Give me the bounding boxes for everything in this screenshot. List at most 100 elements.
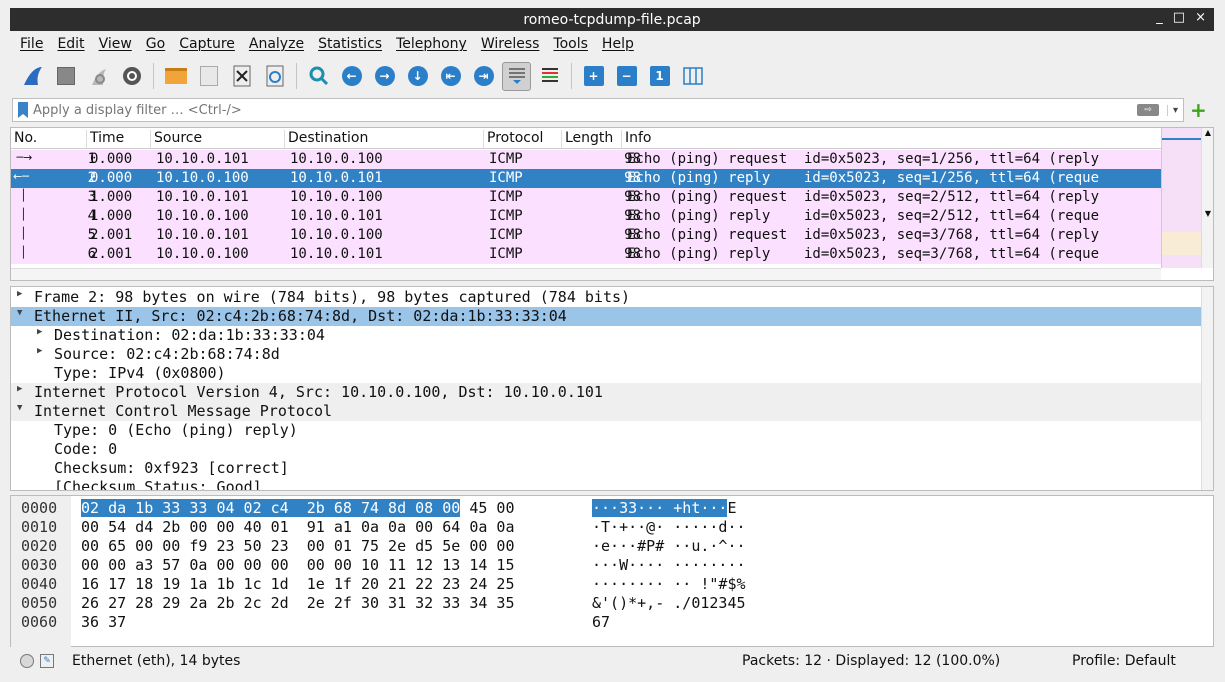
save-icon[interactable] [194, 62, 223, 91]
column-no[interactable]: No. [11, 130, 37, 148]
autoscroll-icon[interactable] [502, 61, 531, 91]
window-title: romeo-tcpdump-file.pcap [523, 11, 701, 28]
options-gear-icon[interactable] [117, 62, 146, 91]
packet-cell-info: Echo (ping) reply id=0x5023, seq=3/768, … [627, 246, 1100, 262]
related-packet-icon: │ [13, 227, 27, 240]
chevron-down-icon[interactable]: ▾ [1167, 104, 1183, 116]
packet-list-scrollbar[interactable]: ▲ ▼ [1201, 128, 1213, 268]
detail-row[interactable]: ▶ Source: 02:c4:2b:68:74:8d [11, 345, 1201, 364]
packet-row[interactable]: │ 4 1.000 10.10.0.100 10.10.0.101 ICMP 98 Echo … [11, 207, 1161, 226]
menu-wireless[interactable]: Wireless [481, 36, 540, 52]
byte-hex[interactable]: 00 65 00 00 f9 23 50 23 00 01 75 2e d5 5… [81, 537, 514, 555]
restart-icon[interactable] [84, 62, 113, 91]
byte-ascii[interactable]: &'()*+,- ./012345 [592, 594, 746, 612]
detail-row[interactable]: ▶ Frame 2: 98 bytes on wire (784 bits), 9… [11, 288, 1201, 307]
byte-hex[interactable]: 00 00 a3 57 0a 00 00 00 00 00 10 11 12 1… [81, 556, 514, 574]
bookmark-icon[interactable] [18, 102, 28, 118]
packet-row[interactable]: ←─ 2 0.000 10.10.0.100 10.10.0.101 ICMP 98 Echo… [11, 169, 1161, 188]
byte-ascii[interactable]: ···W···· ········ [592, 556, 746, 574]
detail-row[interactable]: Checksum: 0xf923 [correct] [11, 459, 1201, 478]
plus-icon[interactable]: + [1190, 100, 1207, 120]
related-packet-icon: │ [13, 246, 27, 259]
byte-ascii[interactable]: 67 [592, 613, 610, 631]
packet-list-hscrollbar[interactable] [11, 268, 1161, 280]
byte-ascii[interactable]: ···33··· +ht···E [592, 499, 737, 517]
go-forward-icon[interactable]: → [370, 62, 399, 91]
detail-row[interactable]: Type: 0 (Echo (ping) reply) [11, 421, 1201, 440]
menu-help[interactable]: Help [602, 36, 634, 52]
first-packet-icon[interactable]: ⇤ [436, 62, 465, 91]
column-destination[interactable]: Destination [284, 130, 368, 148]
detail-row[interactable]: ▼ Internet Control Message Protocol [11, 402, 1201, 421]
colorize-icon[interactable] [535, 62, 564, 91]
byte-ascii[interactable]: ·e···#P# ··u.·^·· [592, 537, 746, 555]
go-back-icon[interactable]: ← [337, 62, 366, 91]
main-toolbar: ← → ↓ ⇤ ⇥ + − 1 [10, 58, 1214, 94]
menu-tools[interactable]: Tools [553, 36, 588, 52]
detail-text: Frame 2: 98 bytes on wire (784 bits), 98… [34, 288, 631, 306]
stop-icon[interactable] [51, 62, 80, 91]
packet-row[interactable]: │ 3 1.000 10.10.0.101 10.10.0.100 ICMP 98 Echo … [11, 188, 1161, 207]
expand-arrow-icon[interactable]: ▶ [37, 346, 42, 356]
menu-statistics[interactable]: Statistics [318, 36, 382, 52]
detail-text: Checksum: 0xf923 [correct] [54, 459, 289, 477]
column-length[interactable]: Length [561, 130, 613, 148]
byte-hex[interactable]: 36 37 [81, 613, 126, 631]
zoom-out-icon[interactable]: − [612, 62, 641, 91]
expand-arrow-icon[interactable]: ▶ [37, 327, 42, 337]
shark-fin-icon[interactable] [18, 62, 47, 91]
byte-ascii[interactable]: ········ ·· !"#$% [592, 575, 746, 593]
packet-cell-time: 1.000 [90, 189, 133, 205]
find-icon[interactable] [304, 62, 333, 91]
collapse-arrow-icon[interactable]: ▼ [17, 308, 22, 318]
packet-minimap[interactable] [1161, 128, 1202, 268]
resize-columns-icon[interactable] [678, 62, 707, 91]
menu-go[interactable]: Go [146, 36, 165, 52]
expand-arrow-icon[interactable]: ▶ [17, 384, 22, 394]
minimize-icon[interactable]: _ [1156, 10, 1163, 25]
byte-hex[interactable]: 02 da 1b 33 33 04 02 c4 2b 68 74 8d 08 0… [81, 499, 514, 517]
column-source[interactable]: Source [150, 130, 202, 148]
column-info[interactable]: Info [621, 130, 652, 148]
status-profile[interactable]: Profile: Default [1072, 653, 1176, 669]
detail-row[interactable]: ▶ Destination: 02:da:1b:33:33:04 [11, 326, 1201, 345]
zoom-in-icon[interactable]: + [579, 62, 608, 91]
detail-row[interactable]: ▼ Ethernet II, Src: 02:c4:2b:68:74:8d, Ds… [11, 307, 1201, 326]
column-time[interactable]: Time [86, 130, 124, 148]
close-file-icon[interactable] [227, 62, 256, 91]
capture-comment-icon[interactable]: ✎ [40, 654, 54, 668]
menu-analyze[interactable]: Analyze [249, 36, 304, 52]
detail-text: Destination: 02:da:1b:33:33:04 [54, 326, 325, 344]
close-icon[interactable]: × [1195, 10, 1206, 25]
detail-row[interactable]: Type: IPv4 (0x0800) [11, 364, 1201, 383]
byte-hex[interactable]: 26 27 28 29 2a 2b 2c 2d 2e 2f 30 31 32 3… [81, 594, 514, 612]
column-protocol[interactable]: Protocol [483, 130, 543, 148]
normal-size-icon[interactable]: 1 [645, 62, 674, 91]
menu-capture[interactable]: Capture [179, 36, 235, 52]
menu-view[interactable]: View [99, 36, 132, 52]
byte-hex[interactable]: 00 54 d4 2b 00 00 40 01 91 a1 0a 0a 00 6… [81, 518, 514, 536]
maximize-icon[interactable]: □ [1173, 10, 1185, 25]
packet-row[interactable]: ─→ 1 0.000 10.10.0.101 10.10.0.100 ICMP 98 Echo… [11, 150, 1161, 169]
display-filter-input[interactable] [33, 102, 1137, 118]
menu-file[interactable]: File [20, 36, 43, 52]
details-scrollbar[interactable] [1201, 287, 1213, 490]
byte-hex[interactable]: 16 17 18 19 1a 1b 1c 1d 1e 1f 20 21 22 2… [81, 575, 514, 593]
expand-arrow-icon[interactable]: ▶ [17, 289, 22, 299]
collapse-arrow-icon[interactable]: ▼ [17, 403, 22, 413]
reload-icon[interactable] [260, 62, 289, 91]
arrow-right-icon[interactable]: ⇨ [1137, 104, 1159, 116]
detail-row[interactable]: [Checksum Status: Good] [11, 478, 1201, 490]
byte-ascii[interactable]: ·T·+··@· ·····d·· [592, 518, 746, 536]
go-to-packet-icon[interactable]: ↓ [403, 62, 432, 91]
menu-telephony[interactable]: Telephony [396, 36, 467, 52]
detail-row[interactable]: ▶ Internet Protocol Version 4, Src: 10.10… [11, 383, 1201, 402]
packet-row[interactable]: │ 5 2.001 10.10.0.101 10.10.0.100 ICMP 98 Echo … [11, 226, 1161, 245]
menu-edit[interactable]: Edit [57, 36, 84, 52]
packet-cell-dst: 10.10.0.101 [290, 170, 383, 186]
last-packet-icon[interactable]: ⇥ [469, 62, 498, 91]
expert-info-icon[interactable] [20, 654, 34, 668]
detail-row[interactable]: Code: 0 [11, 440, 1201, 459]
packet-row[interactable]: │ 6 2.001 10.10.0.100 10.10.0.101 ICMP 98 Echo … [11, 245, 1161, 264]
open-folder-icon[interactable] [161, 62, 190, 91]
